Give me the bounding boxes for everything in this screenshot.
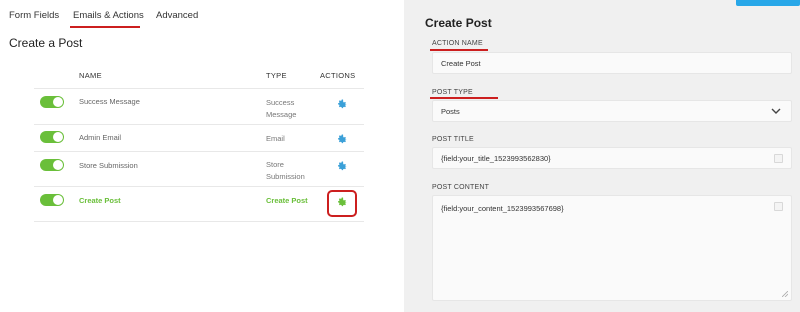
post-content-textarea[interactable]: {field:your_content_1523993567698} (432, 195, 792, 301)
action-name-store-submission[interactable]: Store Submission (79, 161, 138, 170)
action-type-store-submission: Store Submission (266, 160, 305, 181)
table-row-divider (34, 221, 364, 222)
action-settings-panel: Create Post ACTION NAME Create Post POST… (404, 0, 800, 312)
post-content-value: {field:your_content_1523993567698} (441, 204, 564, 213)
action-type-admin-email: Email (266, 134, 285, 143)
action-name-create-post[interactable]: Create Post (79, 196, 121, 205)
post-type-select[interactable]: Posts (432, 100, 792, 122)
toggle-store-submission[interactable] (40, 159, 64, 171)
toggle-create-post[interactable] (40, 194, 64, 206)
action-name-label: ACTION NAME (432, 40, 483, 47)
merge-tag-icon[interactable] (774, 154, 783, 163)
toggle-admin-email[interactable] (40, 131, 64, 143)
gear-icon[interactable] (336, 98, 348, 110)
table-row-divider (34, 186, 364, 187)
active-tab-underline (70, 26, 140, 28)
page-title: Create a Post (9, 36, 83, 50)
post-title-input[interactable]: {field:your_title_1523993562830} (432, 147, 792, 169)
action-type-success-message: Success Message (266, 98, 297, 119)
column-header-type: TYPE (266, 71, 287, 80)
post-title-label: POST TITLE (432, 136, 474, 143)
action-type-create-post: Create Post (266, 196, 308, 205)
chevron-down-icon (771, 108, 781, 114)
action-name-input[interactable]: Create Post (432, 52, 792, 74)
gear-icon[interactable] (336, 133, 348, 145)
column-header-name: NAME (79, 71, 102, 80)
action-name-admin-email[interactable]: Admin Email (79, 133, 121, 142)
annotation-underline (430, 49, 488, 51)
post-type-label: POST TYPE (432, 89, 473, 96)
tab-advanced[interactable]: Advanced (156, 10, 198, 21)
column-header-actions: ACTIONS (320, 71, 356, 80)
gear-icon[interactable] (336, 160, 348, 172)
table-row-divider (34, 88, 364, 89)
annotation-underline (430, 97, 498, 99)
tab-emails-actions[interactable]: Emails & Actions (73, 10, 144, 21)
post-content-label: POST CONTENT (432, 184, 490, 191)
save-button[interactable] (736, 0, 800, 6)
action-name-success-message[interactable]: Success Message (79, 97, 140, 106)
merge-tag-icon[interactable] (774, 202, 783, 211)
post-type-value: Posts (441, 106, 460, 116)
gear-icon[interactable] (336, 196, 348, 208)
panel-title: Create Post (425, 16, 492, 30)
actions-list-panel: Form Fields Emails & Actions Advanced Cr… (0, 0, 404, 312)
resize-handle-icon[interactable] (782, 291, 788, 297)
table-row-divider (34, 124, 364, 125)
table-row-divider (34, 151, 364, 152)
post-title-value: {field:your_title_1523993562830} (441, 153, 551, 163)
tab-form-fields[interactable]: Form Fields (9, 10, 59, 21)
toggle-success-message[interactable] (40, 96, 64, 108)
